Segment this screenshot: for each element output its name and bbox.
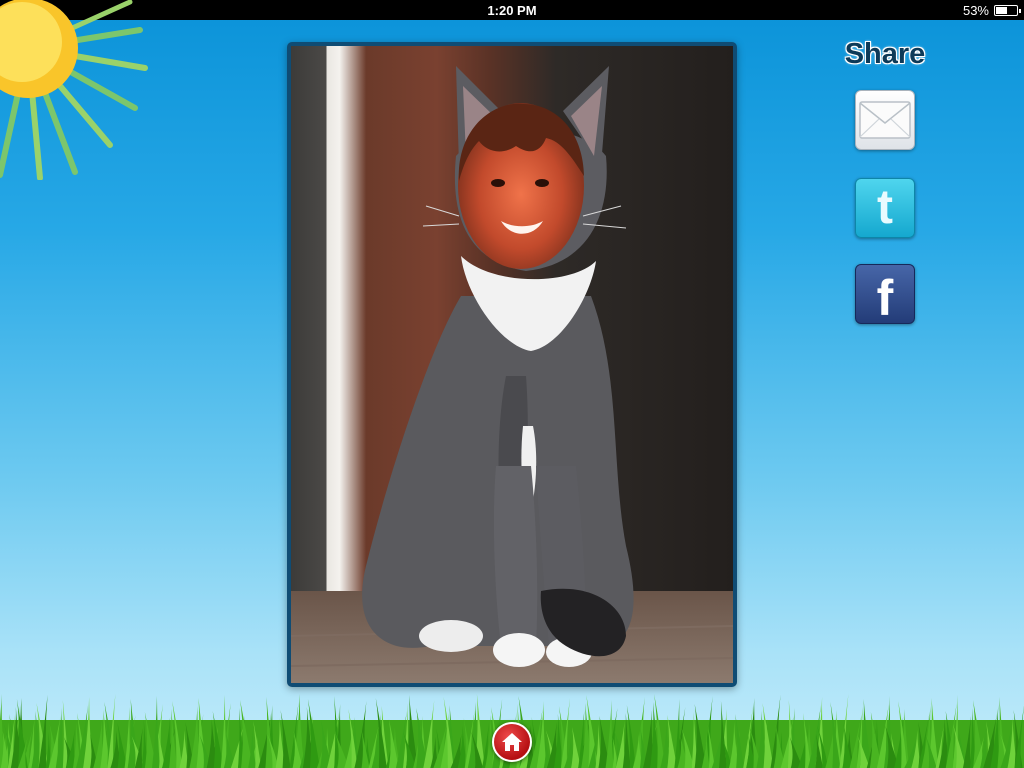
- facebook-icon: f: [876, 270, 894, 326]
- email-share-button[interactable]: [855, 90, 915, 150]
- battery-level: [996, 6, 1007, 14]
- sun-decoration: [0, 0, 148, 180]
- battery-percent: 53%: [962, 2, 989, 18]
- home-button[interactable]: [492, 722, 532, 762]
- twitter-icon: t: [877, 181, 893, 234]
- clock: 1:20 PM: [487, 2, 537, 18]
- status-right: 53%: [962, 2, 1021, 18]
- cat-photo: [291, 46, 733, 683]
- twitter-share-button[interactable]: t: [855, 178, 915, 238]
- envelope-icon: [859, 101, 911, 139]
- battery-icon: [994, 4, 1021, 16]
- share-title: Share: [844, 38, 926, 70]
- facebook-share-button[interactable]: f: [855, 264, 915, 324]
- status-bar: iPad 1:20 PM 53%: [0, 0, 1024, 20]
- cat-illustration: [291, 66, 733, 683]
- photo-frame: [287, 42, 737, 687]
- home-icon: [502, 733, 522, 751]
